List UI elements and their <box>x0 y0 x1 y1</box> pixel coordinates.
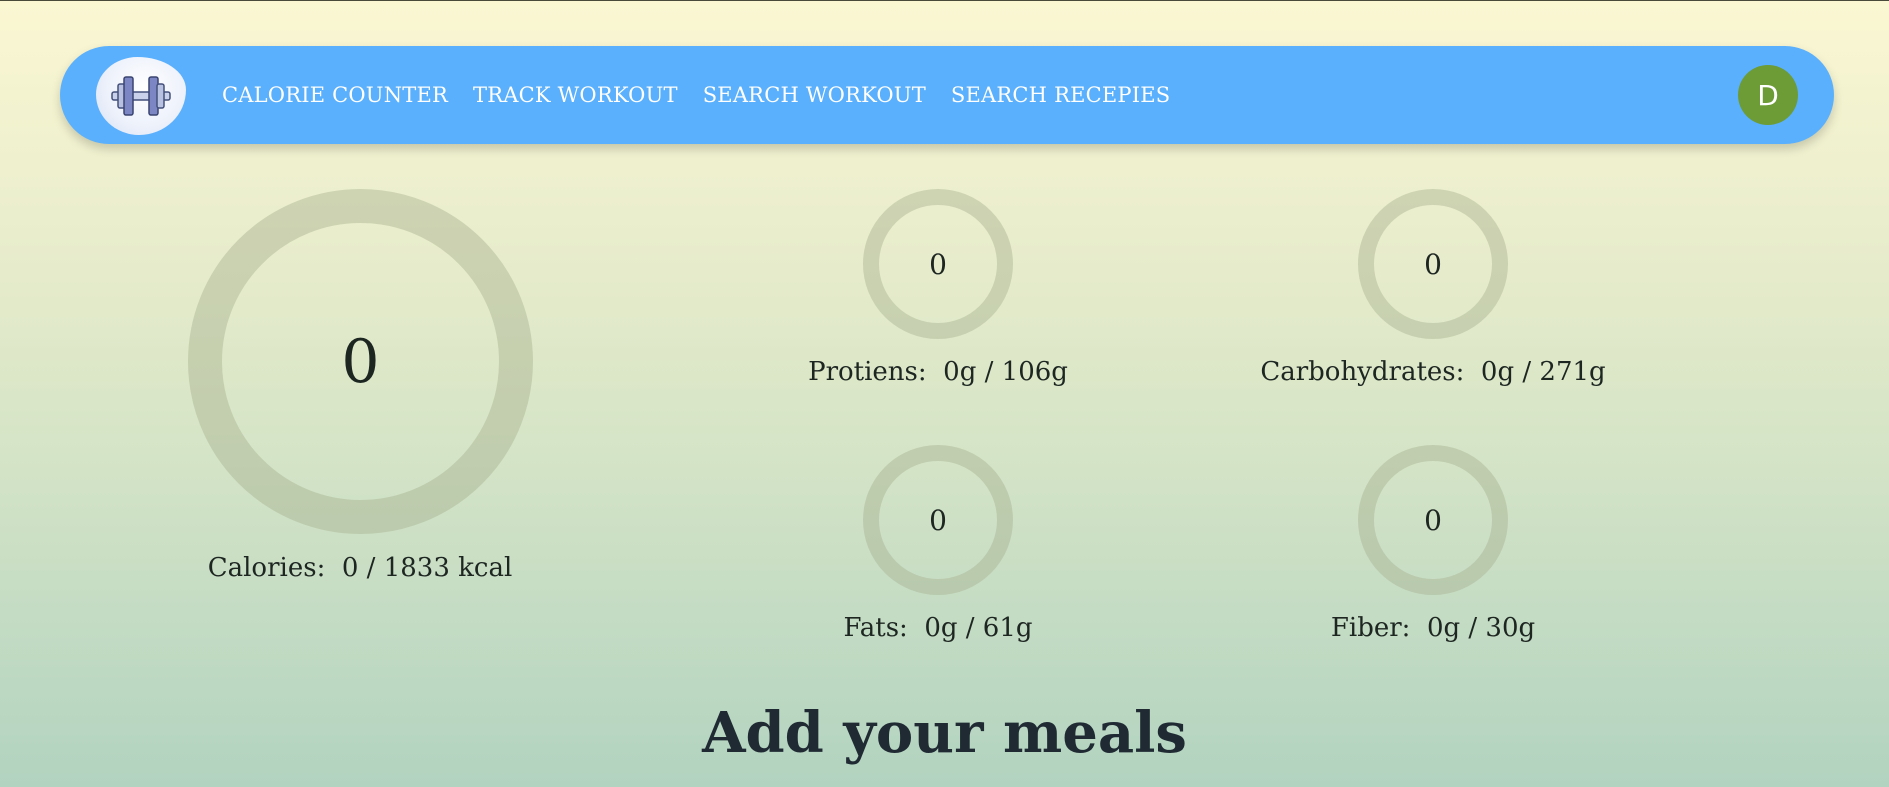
nav-calorie-counter[interactable]: CALORIE COUNTER <box>222 83 448 107</box>
carbohydrates-value: 0 <box>1424 247 1442 281</box>
logo[interactable] <box>96 57 186 135</box>
fats-label: Fats: 0g / 61g <box>843 613 1032 643</box>
protiens-amount: 0g / 106g <box>943 357 1068 387</box>
calories-label-text: Calories: <box>207 553 326 583</box>
avatar[interactable]: D <box>1738 65 1798 125</box>
calories-label: Calories: 0 / 1833 kcal <box>208 553 513 583</box>
nav-search-recepies[interactable]: SEARCH RECEPIES <box>951 83 1170 107</box>
carbohydrates-ring: 0 <box>1358 189 1508 339</box>
nav-links: CALORIE COUNTER TRACK WORKOUT SEARCH WOR… <box>222 46 1195 144</box>
fats-label-text: Fats: <box>843 613 908 643</box>
fiber-ring: 0 <box>1358 445 1508 595</box>
add-meals-heading: Add your meals <box>702 700 1187 766</box>
fats-value: 0 <box>929 503 947 537</box>
carbohydrates-label: Carbohydrates: 0g / 271g <box>1260 357 1605 387</box>
carbohydrates-label-text: Carbohydrates: <box>1260 357 1465 387</box>
calories-value: 0 <box>341 326 380 397</box>
fiber-label-text: Fiber: <box>1330 613 1411 643</box>
fiber-label: Fiber: 0g / 30g <box>1331 613 1535 643</box>
calories-ring: 0 <box>188 189 533 534</box>
dumbbell-icon <box>111 76 171 116</box>
fats-amount: 0g / 61g <box>924 613 1033 643</box>
protiens-label-text: Protiens: <box>808 357 927 387</box>
protiens-ring: 0 <box>863 189 1013 339</box>
navbar: CALORIE COUNTER TRACK WORKOUT SEARCH WOR… <box>60 46 1834 144</box>
protiens-value: 0 <box>929 247 947 281</box>
carbohydrates-amount: 0g / 271g <box>1480 357 1606 387</box>
calories-amount: 0 / 1833 kcal <box>341 553 513 583</box>
fiber-value: 0 <box>1424 503 1442 537</box>
fats-ring: 0 <box>863 445 1013 595</box>
nav-search-workout[interactable]: SEARCH WORKOUT <box>703 83 926 107</box>
protiens-label: Protiens: 0g / 106g <box>808 357 1068 387</box>
top-border <box>0 0 1889 1</box>
fiber-amount: 0g / 30g <box>1426 613 1536 643</box>
nav-track-workout[interactable]: TRACK WORKOUT <box>473 83 678 107</box>
